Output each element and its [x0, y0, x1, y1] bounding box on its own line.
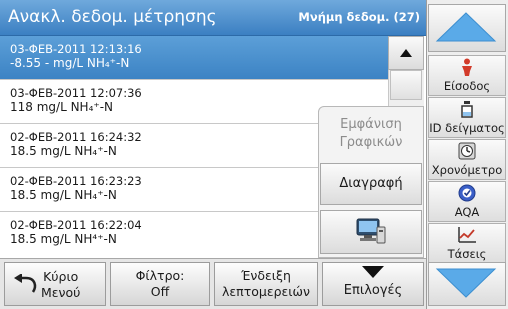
pc-transfer-button[interactable] — [320, 210, 422, 254]
scroll-up-button[interactable] — [388, 36, 424, 70]
back-arrow-icon — [14, 274, 37, 293]
filter-line-2: Off — [150, 284, 170, 299]
person-icon — [462, 58, 472, 76]
tab-timer-label: Χρονόμετρο — [431, 163, 503, 177]
page-title: Ανακλ. δεδομ. μέτρησης — [8, 7, 217, 27]
main-menu-button[interactable]: Κύριο Μενού — [4, 262, 106, 306]
show-graph-button: Εμφάνιση Γραφικών — [320, 112, 422, 160]
tab-login-label: Είσοδος — [443, 79, 491, 93]
details-button[interactable]: Ένδειξη λεπτομερειών — [214, 262, 318, 306]
sidebar-up-button[interactable] — [428, 4, 506, 52]
tab-aqa-label: AQA — [454, 205, 480, 219]
record-datetime: 03-ΦΕΒ-2011 12:07:36 — [10, 86, 142, 100]
tab-sample-id[interactable]: ID δείγματος — [428, 97, 506, 138]
options-button[interactable]: Επιλογές — [322, 262, 424, 306]
timer-icon — [458, 142, 476, 160]
arrow-up-icon — [435, 12, 497, 42]
tab-trends-label: Τάσεις — [447, 247, 487, 261]
scrollbar-thumb[interactable] — [390, 70, 422, 100]
show-graph-label-2: Γραφικών — [339, 135, 403, 150]
trend-icon — [458, 227, 476, 243]
filter-button[interactable]: Φίλτρο: Off — [110, 262, 210, 306]
memory-counter: Μνήμη δεδομ. (27) — [298, 10, 420, 24]
main-menu-line-2: Μενού — [41, 285, 81, 300]
filter-label: Φίλτρο: Off — [111, 263, 209, 300]
sidebar-down-button[interactable] — [428, 262, 506, 306]
filter-line-1: Φίλτρο: — [135, 268, 185, 283]
delete-label: Διαγραφή — [339, 176, 403, 191]
arrow-down-icon — [435, 268, 497, 298]
tab-login[interactable]: Είσοδος — [428, 55, 506, 96]
record-value: -8.55 - mg/L NH₄⁺-N — [10, 56, 130, 70]
details-line-1: Ένδειξη — [241, 268, 291, 283]
tab-sample-id-label: ID δείγματος — [429, 121, 505, 135]
show-graph-label-1: Εμφάνιση — [340, 117, 402, 132]
triangle-down-icon — [362, 266, 384, 278]
tab-aqa[interactable]: AQA — [428, 181, 506, 222]
details-line-2: λεπτομερειών — [222, 284, 310, 299]
main-menu-line-1: Κύριο — [43, 269, 79, 284]
tab-timer[interactable]: Χρονόμετρο — [428, 139, 506, 180]
header-bar: Ανακλ. δεδομ. μέτρησης Μνήμη δεδομ. (27) — [0, 0, 426, 36]
record-row-1[interactable]: 03-ΦΕΒ-2011 12:13:16 -8.55 - mg/L NH₄⁺-N — [0, 36, 388, 80]
triangle-up-icon — [400, 49, 412, 57]
details-label: Ένδειξη λεπτομερειών — [215, 263, 317, 300]
record-datetime: 03-ΦΕΒ-2011 12:13:16 — [10, 42, 142, 56]
bottle-icon — [461, 101, 473, 118]
main-menu-label: Κύριο Μενού — [41, 269, 80, 301]
aqa-icon — [458, 184, 476, 202]
pc-transfer-icon — [356, 218, 386, 244]
tab-trends[interactable]: Τάσεις — [428, 223, 506, 264]
delete-button[interactable]: Διαγραφή — [320, 163, 422, 205]
